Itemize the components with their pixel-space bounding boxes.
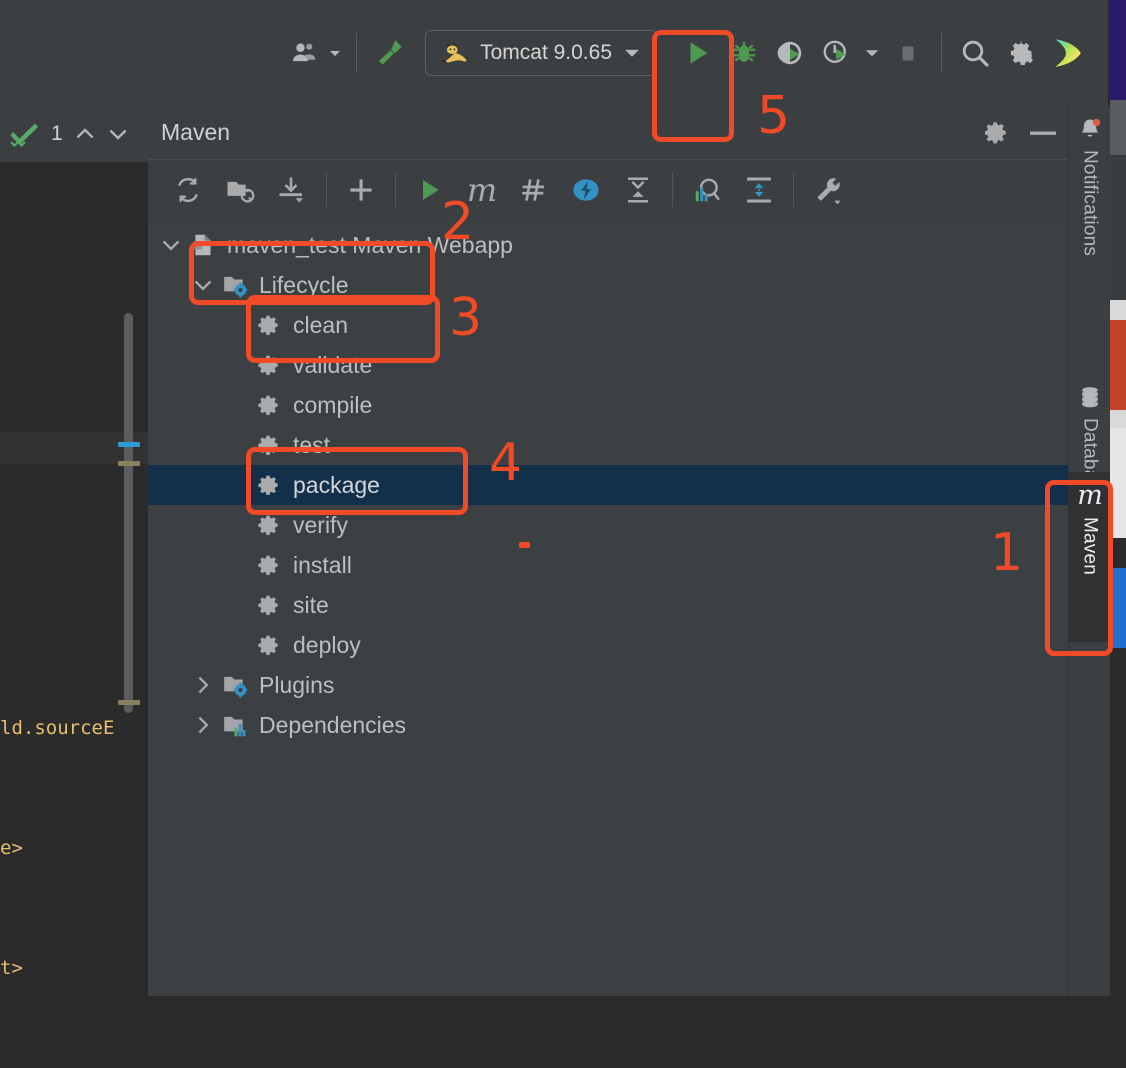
annotation-box-4 (246, 447, 468, 515)
ide-window: ld.sourceE e> t> Tomcat 9.0.65 1 Maven m… (0, 0, 1126, 996)
annotation-box-3 (246, 295, 440, 363)
annotation-number-2: 2 (441, 192, 475, 252)
annotation-number-3: 3 (449, 288, 483, 348)
annotation-number-1: 1 (990, 523, 1024, 583)
annotation-box-2 (189, 241, 435, 305)
annotation-box-5 (652, 30, 734, 142)
annotation-number-5: 5 (757, 86, 791, 146)
annotation-dot (519, 542, 530, 548)
annotation-box-1 (1045, 480, 1113, 656)
annotation-overlay: 5 2 3 4 1 (0, 0, 1126, 996)
annotation-number-4: 4 (489, 433, 523, 493)
